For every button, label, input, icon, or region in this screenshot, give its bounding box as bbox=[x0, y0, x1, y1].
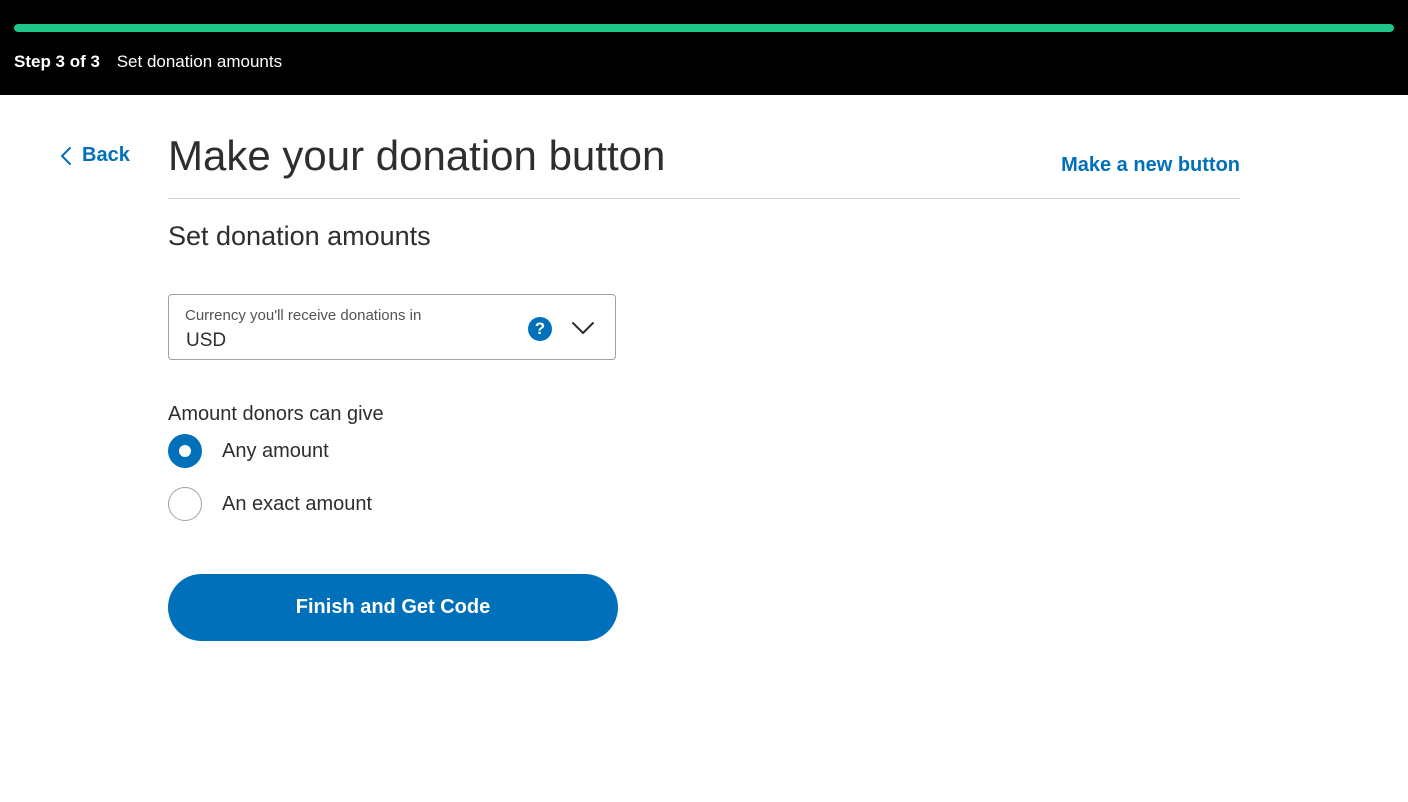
chevron-down-icon bbox=[572, 322, 594, 334]
currency-value: USD bbox=[186, 330, 227, 351]
currency-select[interactable]: Currency you'll receive donations in USD… bbox=[168, 294, 616, 360]
step-count: Step 3 of 3 bbox=[14, 52, 100, 71]
back-link[interactable]: Back bbox=[60, 144, 130, 167]
step-title: Set donation amounts bbox=[116, 52, 283, 71]
amount-label: Amount donors can give bbox=[168, 403, 384, 425]
page-title: Make your donation button bbox=[168, 132, 666, 179]
progress-bar bbox=[14, 24, 1394, 32]
radio-button[interactable] bbox=[168, 434, 202, 468]
header-divider bbox=[168, 198, 1240, 199]
section-title: Set donation amounts bbox=[168, 221, 431, 251]
radio-exact-amount[interactable]: An exact amount bbox=[168, 487, 372, 521]
progress-bar-fill bbox=[14, 24, 1394, 32]
radio-label: An exact amount bbox=[222, 492, 373, 515]
step-indicator: Step 3 of 3 Set donation amounts bbox=[14, 52, 282, 72]
radio-button[interactable] bbox=[168, 487, 202, 521]
back-label: Back bbox=[82, 144, 130, 166]
progress-header: Step 3 of 3 Set donation amounts bbox=[0, 0, 1408, 95]
finish-get-code-button[interactable]: Finish and Get Code bbox=[168, 574, 618, 641]
currency-label: Currency you'll receive donations in bbox=[185, 307, 422, 324]
make-new-button-link[interactable]: Make a new button bbox=[1061, 154, 1240, 177]
radio-label: Any amount bbox=[222, 439, 329, 462]
radio-any-amount[interactable]: Any amount bbox=[168, 434, 329, 468]
question-circle-icon[interactable]: ? bbox=[528, 317, 552, 341]
chevron-left-icon bbox=[61, 146, 71, 165]
